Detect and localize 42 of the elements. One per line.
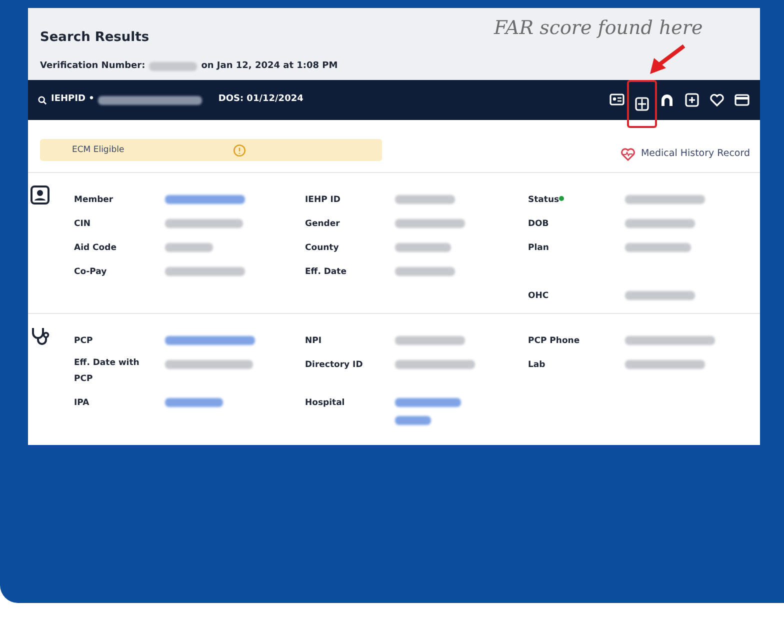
field-label: IPA <box>74 397 90 410</box>
field-label: Member <box>74 194 114 207</box>
field-label: OHC <box>528 290 549 303</box>
field-label: Hospital <box>305 397 345 410</box>
member-id-label: IEHPID • <box>51 93 94 106</box>
field-label: Gender <box>305 218 340 231</box>
search-icon <box>38 96 47 104</box>
heart-monitor-icon <box>620 148 635 160</box>
plus-icon[interactable] <box>684 92 700 108</box>
arrow <box>650 44 686 74</box>
annotation-text: FAR score found here <box>494 16 703 41</box>
verification-label: Verification Number: <box>40 60 146 73</box>
field-label: Co-Pay <box>74 266 107 279</box>
field-label: IEHP ID <box>305 194 340 207</box>
page-title: Search Results <box>40 29 150 47</box>
medical-history-link[interactable]: Medical History Record <box>620 146 750 162</box>
field-label: Eff. Date with PCP <box>74 357 140 386</box>
arch-icon[interactable] <box>659 92 675 108</box>
date-of-service: DOS: 01/12/2024 <box>218 93 304 106</box>
card-icon[interactable] <box>734 92 750 108</box>
member-icon <box>30 185 50 205</box>
field-label: PCP Phone <box>528 335 580 348</box>
field-label: Lab <box>528 359 546 372</box>
field-label: County <box>305 242 339 255</box>
field-label: Aid Code <box>74 242 116 255</box>
field-label: Directory ID <box>305 359 363 372</box>
field-label: DOB <box>528 218 549 231</box>
id-card-icon[interactable] <box>609 92 625 108</box>
field-label: Status <box>528 194 560 207</box>
verification-date: on Jan 12, 2024 at 1:08 PM <box>201 60 338 73</box>
redacted-value <box>395 416 431 426</box>
field-label: NPI <box>305 335 322 348</box>
field-label: CIN <box>74 218 91 231</box>
field-label: PCP <box>74 335 93 348</box>
redacted-value <box>149 62 198 72</box>
book-icon[interactable] <box>634 96 650 112</box>
eligibility-label: ECM Eligible <box>72 144 124 156</box>
heart-icon[interactable] <box>709 92 725 108</box>
field-label: Eff. Date <box>305 266 346 279</box>
field-label: Plan <box>528 242 549 255</box>
stethoscope-icon <box>30 326 52 346</box>
info-icon <box>233 144 246 156</box>
